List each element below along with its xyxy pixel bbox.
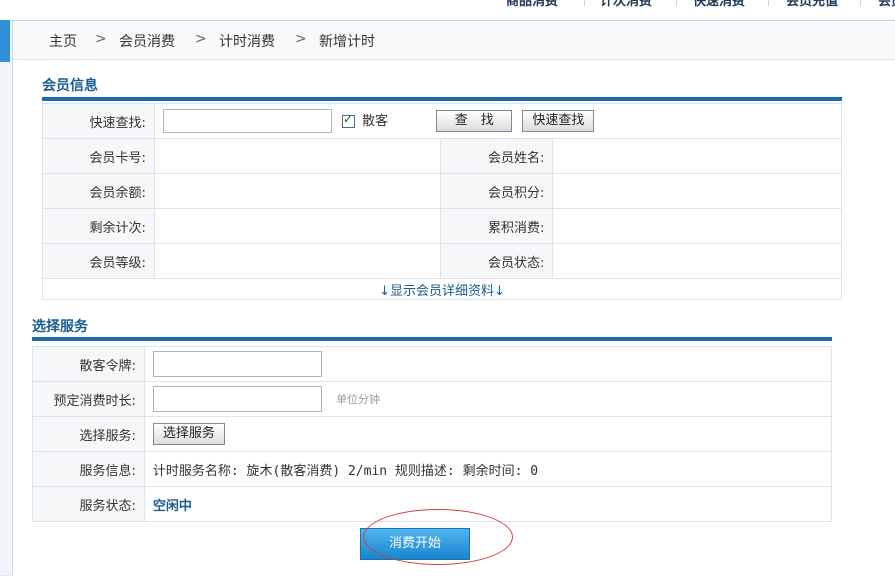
total-spent-value bbox=[552, 208, 842, 244]
service-status-value: 空闲中 bbox=[152, 498, 192, 514]
quick-search-input[interactable] bbox=[162, 109, 332, 133]
nav-member[interactable]: 会员 bbox=[878, 0, 895, 9]
top-navigation: 商品消费 计次消费 快速消费 会员充值 会员 bbox=[0, 0, 895, 20]
service-info-text: 计时服务名称: 旋木(散客消费) 2/min 规则描述: 剩余时间: 0 bbox=[143, 451, 833, 487]
card-number-value bbox=[153, 138, 442, 174]
breadcrumb: 主页 > 会员消费 > 计时消费 > 新增计时 bbox=[13, 21, 895, 60]
duration-hint: 单位分钟 bbox=[335, 392, 380, 406]
quick-search-cell: 散客 查 找 快速查找 bbox=[153, 103, 843, 139]
member-field-row: 剩余计次: 累积消费: bbox=[42, 208, 842, 244]
guest-checkbox[interactable] bbox=[341, 112, 355, 129]
duration-row: 预定消费时长: 单位分钟 bbox=[32, 381, 833, 417]
member-info-title: 会员信息 bbox=[42, 78, 98, 94]
duration-input[interactable] bbox=[152, 386, 322, 412]
member-name-value bbox=[552, 138, 842, 174]
member-status-value bbox=[552, 243, 842, 279]
nav-separator bbox=[768, 0, 769, 6]
member-info-table: 快速查找: 散客 查 找 快速查找 会员卡号: 会员姓名: 会员余额: 会员积分… bbox=[42, 103, 843, 300]
nav-quick-consume[interactable]: 快速消费 bbox=[693, 0, 745, 9]
member-field-row: 会员卡号: 会员姓名: bbox=[42, 138, 842, 174]
quick-search-button[interactable]: 快速查找 bbox=[522, 110, 595, 132]
quick-search-row: 快速查找: 散客 查 找 快速查找 bbox=[42, 103, 843, 139]
quick-search-label: 快速查找: bbox=[42, 103, 155, 139]
duration-cell: 单位分钟 bbox=[143, 381, 833, 417]
search-button[interactable]: 查 找 bbox=[436, 110, 513, 132]
nav-separator bbox=[584, 0, 585, 6]
service-table: 散客令牌: 预定消费时长: 单位分钟 选择服务: 选择服务 服务信息: 计时服务… bbox=[32, 346, 833, 522]
left-sidebar-strip bbox=[0, 20, 13, 575]
member-level-value bbox=[153, 243, 442, 279]
guest-checkbox-label: 散客 bbox=[362, 113, 389, 129]
breadcrumb-timed-consume[interactable]: 计时消费 bbox=[219, 31, 275, 51]
breadcrumb-home[interactable]: 主页 bbox=[49, 31, 77, 51]
duration-label: 预定消费时长: bbox=[32, 381, 145, 417]
service-title: 选择服务 bbox=[32, 319, 88, 335]
points-label: 会员积分: bbox=[440, 173, 554, 209]
breadcrumb-separator: > bbox=[95, 31, 107, 47]
balance-label: 会员余额: bbox=[42, 173, 155, 209]
points-value bbox=[552, 173, 842, 209]
member-field-row: 会员等级: 会员状态: bbox=[42, 243, 842, 279]
nav-goods-consume[interactable]: 商品消费 bbox=[506, 0, 558, 9]
token-cell bbox=[143, 346, 833, 382]
breadcrumb-current: 新增计时 bbox=[319, 34, 375, 50]
member-level-label: 会员等级: bbox=[42, 243, 155, 279]
guest-checkbox-box[interactable] bbox=[341, 112, 355, 128]
card-number-label: 会员卡号: bbox=[42, 138, 155, 174]
token-row: 散客令牌: bbox=[32, 346, 833, 382]
service-status-label: 服务状态: bbox=[32, 486, 145, 522]
detail-toggle-row: ↓显示会员详细资料↓ bbox=[42, 278, 842, 300]
nav-separator bbox=[676, 0, 677, 6]
select-service-cell: 选择服务 bbox=[143, 416, 833, 452]
service-info-row: 服务信息: 计时服务名称: 旋木(散客消费) 2/min 规则描述: 剩余时间:… bbox=[32, 451, 833, 487]
balance-value bbox=[153, 173, 442, 209]
token-label: 散客令牌: bbox=[32, 346, 145, 382]
member-field-row: 会员余额: 会员积分: bbox=[42, 173, 842, 209]
service-divider bbox=[32, 337, 832, 341]
breadcrumb-separator: > bbox=[295, 31, 307, 47]
member-status-label: 会员状态: bbox=[440, 243, 554, 279]
select-service-label: 选择服务: bbox=[32, 416, 145, 452]
remaining-count-value bbox=[153, 208, 442, 244]
select-service-row: 选择服务: 选择服务 bbox=[32, 416, 833, 452]
token-input[interactable] bbox=[152, 351, 322, 377]
nav-count-consume[interactable]: 计次消费 bbox=[600, 0, 652, 9]
member-info-divider bbox=[42, 97, 842, 101]
breadcrumb-separator: > bbox=[195, 31, 207, 47]
sidebar-toggle-tab[interactable] bbox=[0, 20, 10, 62]
total-spent-label: 累积消费: bbox=[440, 208, 554, 244]
remaining-count-label: 剩余计次: bbox=[42, 208, 155, 244]
select-service-button[interactable]: 选择服务 bbox=[152, 423, 225, 445]
show-detail-link[interactable]: ↓显示会员详细资料↓ bbox=[42, 278, 842, 300]
highlight-ellipse bbox=[363, 509, 513, 565]
member-name-label: 会员姓名: bbox=[440, 138, 554, 174]
main-panel: 主页 > 会员消费 > 计时消费 > 新增计时 会员信息 快速查找: 散客 查 … bbox=[13, 20, 895, 576]
service-info-label: 服务信息: bbox=[32, 451, 145, 487]
nav-member-recharge[interactable]: 会员充值 bbox=[786, 0, 838, 9]
nav-separator bbox=[860, 0, 861, 6]
breadcrumb-member-consume[interactable]: 会员消费 bbox=[119, 31, 175, 51]
